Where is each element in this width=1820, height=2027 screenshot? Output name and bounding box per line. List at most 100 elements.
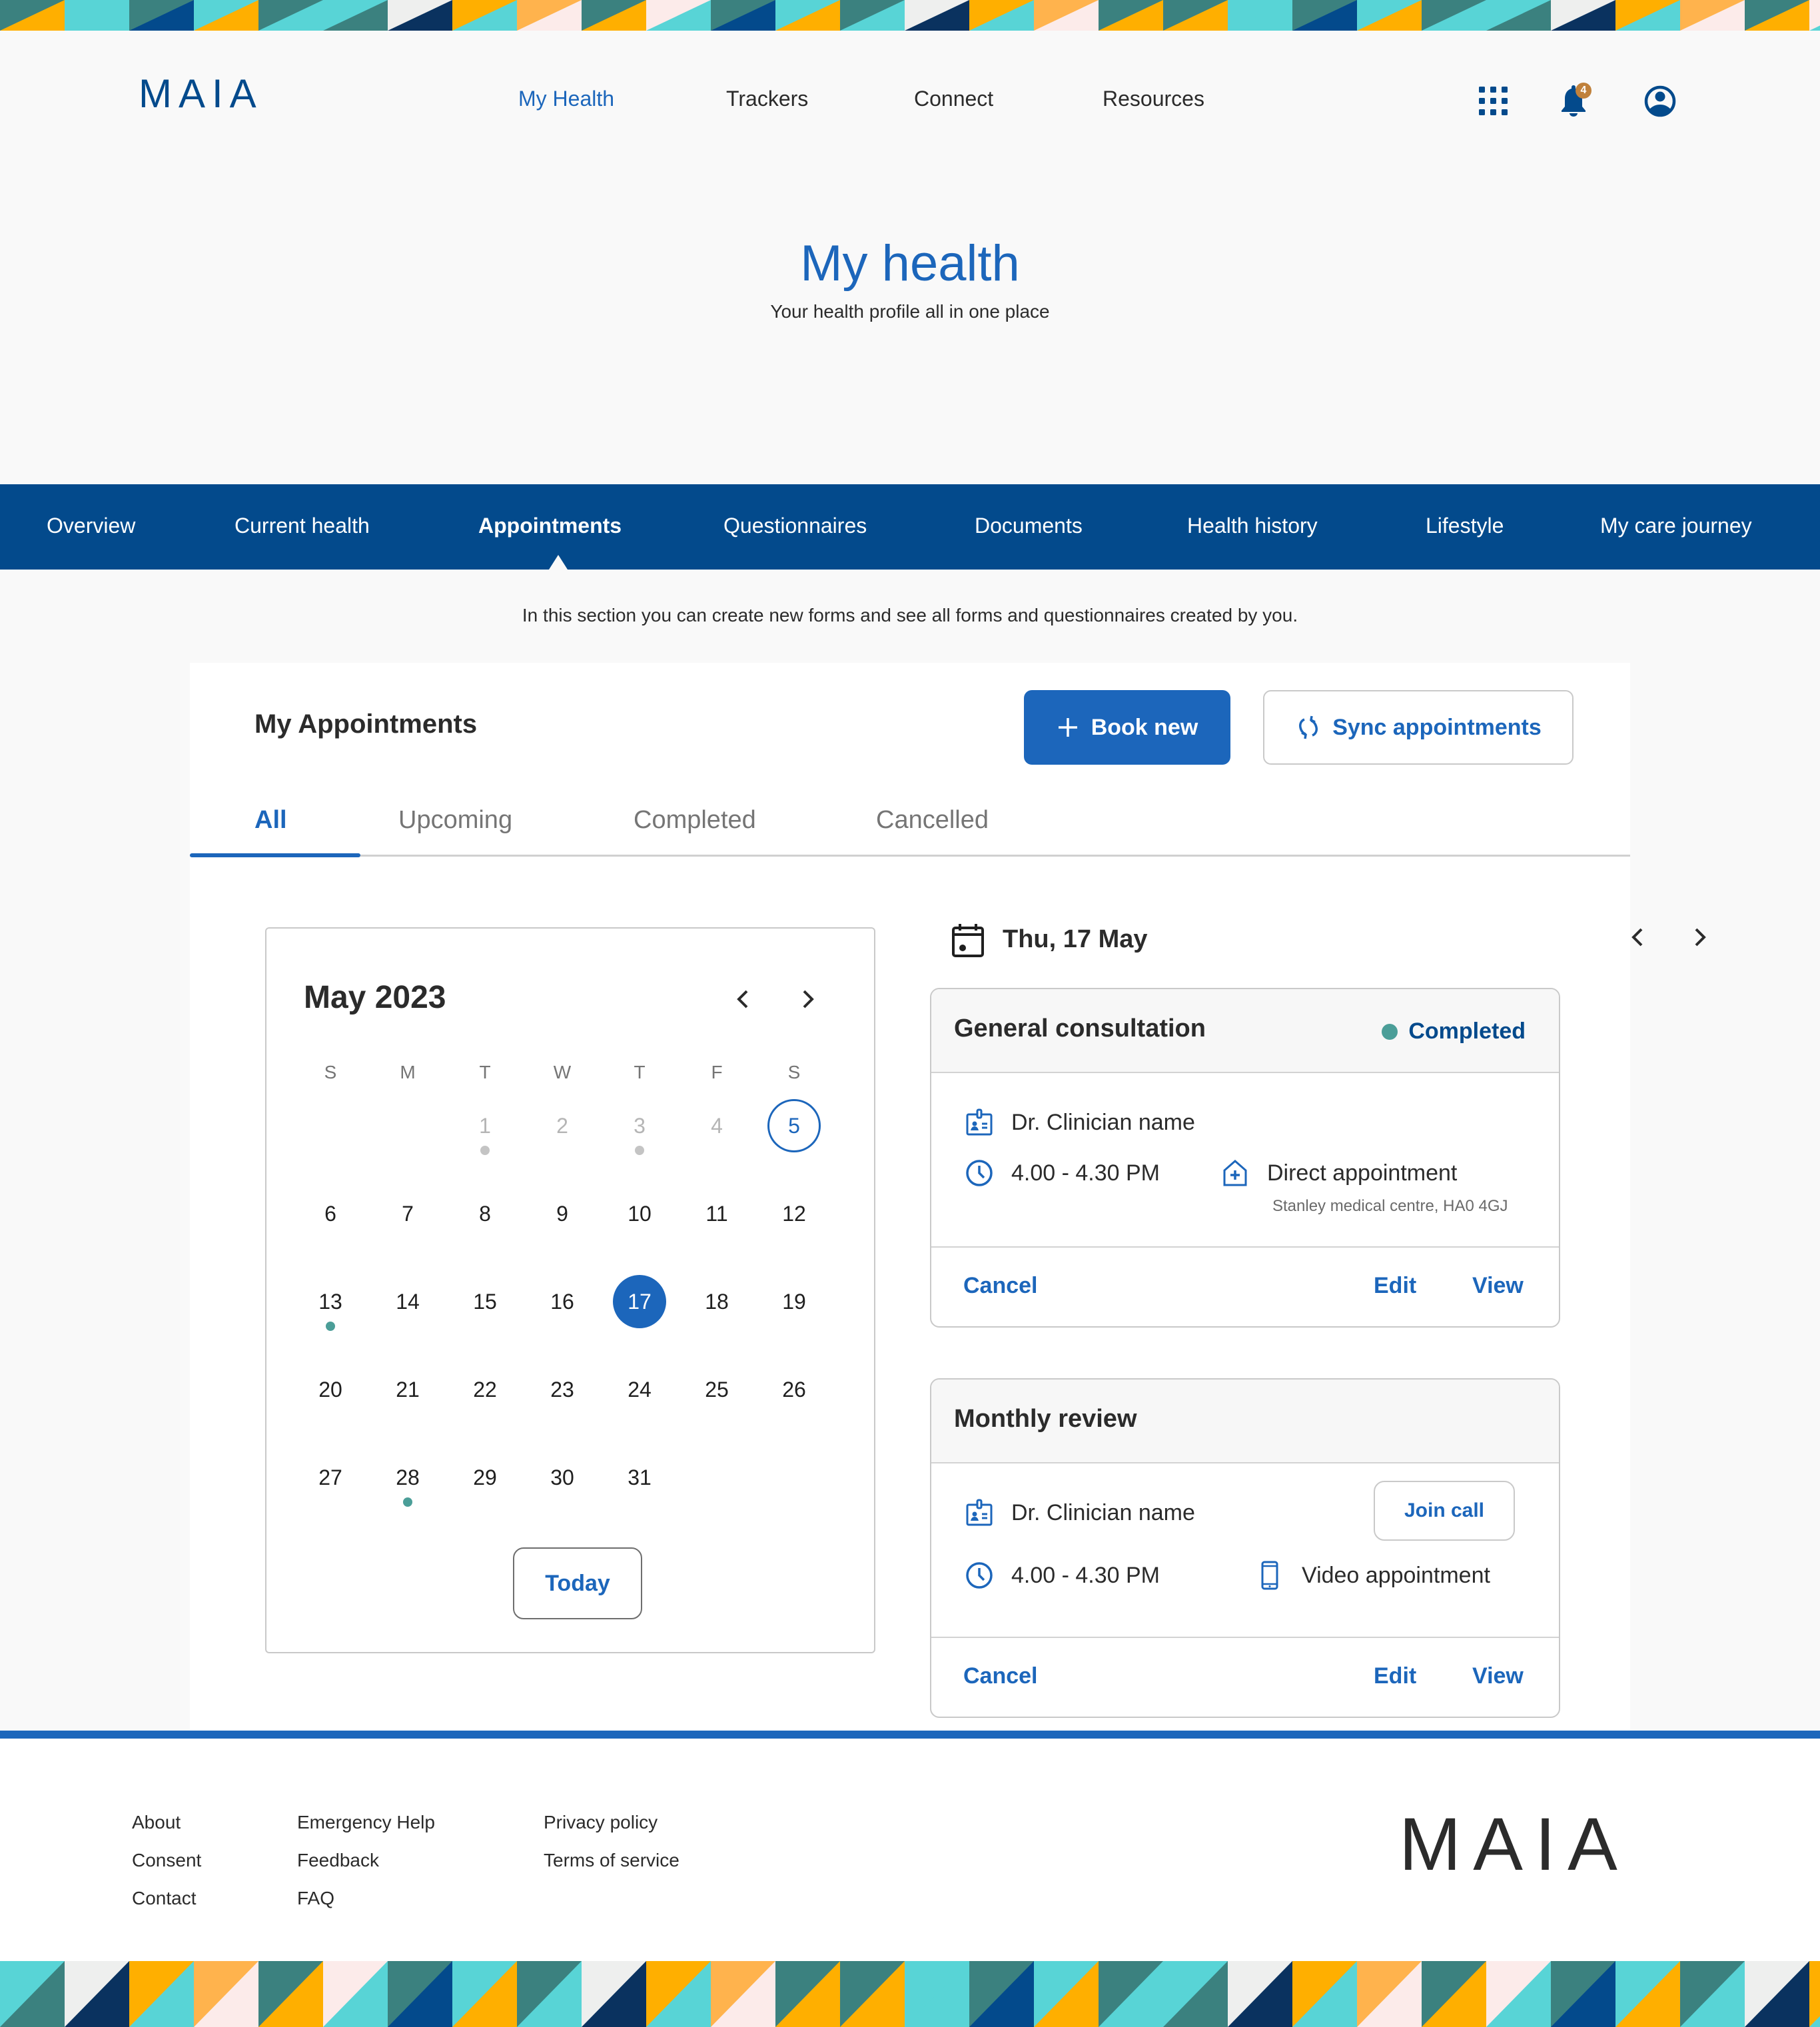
weekday-label: T <box>634 1062 646 1082</box>
pattern-tile <box>129 0 194 31</box>
topnav-resources[interactable]: Resources <box>1103 87 1204 111</box>
notifications-button[interactable]: 4 <box>1555 83 1592 120</box>
calendar-day[interactable]: 18 <box>690 1275 743 1328</box>
view-appointment-link[interactable]: View <box>1472 1663 1524 1689</box>
calendar-day[interactable]: 4 <box>690 1099 743 1152</box>
appointment-title: Monthly review <box>954 1405 1137 1433</box>
calendar-month-label: May 2023 <box>304 980 446 1015</box>
pattern-tile <box>1615 0 1680 31</box>
cancel-appointment-link[interactable]: Cancel <box>963 1273 1038 1299</box>
calendar-day[interactable]: 28 <box>381 1451 434 1504</box>
appointment-type-row: Video appointment <box>1255 1561 1490 1590</box>
calendar-day[interactable]: 19 <box>767 1275 821 1328</box>
calendar-next-month-button[interactable] <box>794 986 821 1013</box>
id-badge-icon <box>966 1108 993 1136</box>
calendar-day[interactable]: 15 <box>458 1275 512 1328</box>
tab-current-health[interactable]: Current health <box>234 514 370 538</box>
calendar-day[interactable]: 6 <box>304 1187 357 1240</box>
topnav-trackers[interactable]: Trackers <box>726 87 808 111</box>
pattern-tile <box>582 1961 646 2027</box>
pattern-tile <box>1745 0 1809 31</box>
tab-appointments[interactable]: Appointments <box>478 514 622 538</box>
book-new-button[interactable]: Book new <box>1024 690 1230 765</box>
tab-overview[interactable]: Overview <box>47 514 135 538</box>
filter-tab-completed[interactable]: Completed <box>634 806 756 835</box>
calendar-day[interactable]: 29 <box>458 1451 512 1504</box>
chevron-left-icon <box>1631 928 1643 947</box>
calendar-day[interactable]: 23 <box>536 1363 589 1416</box>
edit-appointment-link[interactable]: Edit <box>1374 1663 1416 1689</box>
maia-logo[interactable]: MAIA <box>139 71 263 117</box>
calendar-day[interactable]: 17 <box>613 1275 666 1328</box>
clock-icon <box>966 1562 993 1589</box>
day-next-button[interactable] <box>1686 924 1713 951</box>
join-call-button[interactable]: Join call <box>1374 1481 1515 1541</box>
calendar-day[interactable]: 20 <box>304 1363 357 1416</box>
calendar-day[interactable]: 7 <box>381 1187 434 1240</box>
calendar-day[interactable]: 24 <box>613 1363 666 1416</box>
view-appointment-link[interactable]: View <box>1472 1273 1524 1299</box>
apps-grid-icon[interactable] <box>1475 83 1512 120</box>
filter-tab-cancelled[interactable]: Cancelled <box>876 806 989 835</box>
calendar-day[interactable]: 14 <box>381 1275 434 1328</box>
footer-link-terms-of-service[interactable]: Terms of service <box>544 1850 680 1871</box>
pattern-tile <box>323 0 388 31</box>
event-indicator-dot <box>480 1146 490 1155</box>
calendar-day[interactable]: 5 <box>767 1099 821 1152</box>
calendar-day[interactable]: 31 <box>613 1451 666 1504</box>
calendar-day[interactable]: 9 <box>536 1187 589 1240</box>
selected-date-label: Thu, 17 May <box>1003 925 1148 953</box>
pattern-tile <box>1680 0 1745 31</box>
calendar-day[interactable]: 26 <box>767 1363 821 1416</box>
cancel-appointment-link[interactable]: Cancel <box>963 1663 1038 1689</box>
calendar-day[interactable]: 2 <box>536 1099 589 1152</box>
appointment-filter-tabs: All Upcoming Completed Cancelled <box>190 793 1630 857</box>
pattern-tile <box>1551 1961 1615 2027</box>
calendar-day[interactable]: 22 <box>458 1363 512 1416</box>
footer-link-faq[interactable]: FAQ <box>297 1888 334 1909</box>
calendar-day[interactable]: 13 <box>304 1275 357 1328</box>
account-circle-icon[interactable] <box>1641 83 1679 120</box>
section-intro: In this section you can create new forms… <box>522 605 1298 625</box>
calendar-day[interactable]: 16 <box>536 1275 589 1328</box>
calendar-day[interactable]: 8 <box>458 1187 512 1240</box>
pattern-tile <box>1357 0 1422 31</box>
appointment-card: Monthly review Dr. Clinician name Join c… <box>930 1378 1560 1718</box>
day-prev-button[interactable] <box>1625 924 1651 951</box>
footer-link-privacy-policy[interactable]: Privacy policy <box>544 1812 658 1833</box>
filter-tab-upcoming[interactable]: Upcoming <box>398 806 512 835</box>
calendar-day[interactable]: 21 <box>381 1363 434 1416</box>
sync-appointments-button[interactable]: Sync appointments <box>1263 690 1574 765</box>
calendar-day[interactable]: 30 <box>536 1451 589 1504</box>
clinician-row: Dr. Clinician name <box>965 1498 1195 1527</box>
filter-tab-all[interactable]: All <box>254 806 287 835</box>
topnav-my-health[interactable]: My Health <box>518 87 614 111</box>
tab-documents[interactable]: Documents <box>975 514 1083 538</box>
footer-link-about[interactable]: About <box>132 1812 181 1833</box>
calendar-day[interactable]: 3 <box>613 1099 666 1152</box>
calendar-prev-month-button[interactable] <box>730 986 757 1013</box>
calendar-day[interactable]: 25 <box>690 1363 743 1416</box>
appointments-title: My Appointments <box>254 709 478 739</box>
pattern-tile <box>129 1961 194 2027</box>
footer-link-emergency-help[interactable]: Emergency Help <box>297 1812 435 1833</box>
calendar-day[interactable]: 1 <box>458 1099 512 1152</box>
footer-link-contact[interactable]: Contact <box>132 1888 197 1909</box>
tab-lifestyle[interactable]: Lifestyle <box>1426 514 1504 538</box>
tab-questionnaires[interactable]: Questionnaires <box>723 514 867 538</box>
footer-link-consent[interactable]: Consent <box>132 1850 201 1871</box>
calendar-day[interactable]: 27 <box>304 1451 357 1504</box>
footer-link-feedback[interactable]: Feedback <box>297 1850 379 1871</box>
active-filter-underline <box>190 853 360 857</box>
pattern-tile <box>1099 1961 1163 2027</box>
calendar-day[interactable]: 12 <box>767 1187 821 1240</box>
chevron-right-icon <box>803 990 814 1009</box>
today-button[interactable]: Today <box>513 1547 642 1619</box>
edit-appointment-link[interactable]: Edit <box>1374 1273 1416 1299</box>
calendar-day[interactable]: 11 <box>690 1187 743 1240</box>
pattern-tile <box>1745 1961 1809 2027</box>
calendar-day[interactable]: 10 <box>613 1187 666 1240</box>
topnav-connect[interactable]: Connect <box>914 87 993 111</box>
tab-health-history[interactable]: Health history <box>1187 514 1318 538</box>
tab-my-care-journey[interactable]: My care journey <box>1600 514 1752 538</box>
